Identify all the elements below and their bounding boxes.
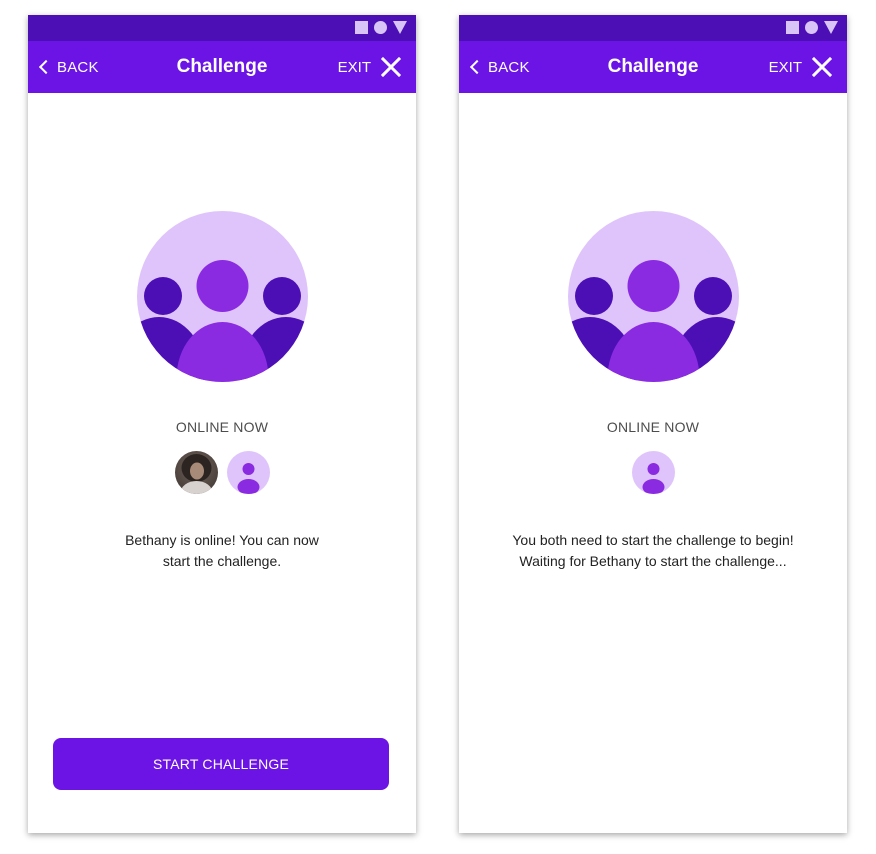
back-label: BACK [57,58,99,76]
online-now-label: ONLINE NOW [175,419,269,435]
status-message: Bethany is online! You can now start the… [48,530,396,572]
back-label: BACK [488,58,530,76]
group-people-icon [137,211,308,382]
chevron-left-icon [38,59,54,75]
online-avatars [28,451,416,494]
exit-button[interactable]: EXIT [769,41,832,93]
status-message-line: Waiting for Bethany to start the challen… [519,553,787,569]
phone-screen-online: BACK Challenge EXIT ONLINE NOW Bethany i… [28,15,416,833]
square-icon [786,21,799,34]
circle-icon [374,21,387,34]
phone-screen-waiting: BACK Challenge EXIT ONLINE NOW You both … [459,15,847,833]
back-button[interactable]: BACK [469,41,530,93]
user-placeholder-avatar [631,451,675,494]
close-icon [381,57,401,77]
triangle-icon [824,21,838,34]
square-icon [355,21,368,34]
app-bar: BACK Challenge EXIT [459,41,847,93]
exit-button[interactable]: EXIT [338,41,401,93]
status-message-line: You both need to start the challenge to … [512,532,794,548]
group-people-icon [568,211,739,382]
circle-icon [805,21,818,34]
user-photo-avatar [174,451,218,494]
status-message-line: start the challenge. [162,553,282,569]
user-placeholder-avatar [226,451,270,494]
status-message: You both need to start the challenge to … [479,530,827,572]
back-button[interactable]: BACK [38,41,99,93]
exit-label: EXIT [768,58,802,76]
online-avatars [459,451,847,494]
status-icons [355,21,407,34]
exit-label: EXIT [337,58,371,76]
app-bar: BACK Challenge EXIT [28,41,416,93]
status-message-line: Bethany is online! You can now [125,532,319,548]
status-bar [459,15,847,41]
chevron-left-icon [469,59,485,75]
status-icons [786,21,838,34]
start-challenge-button[interactable]: START CHALLENGE [53,738,389,790]
triangle-icon [393,21,407,34]
close-icon [812,57,832,77]
status-bar [28,15,416,41]
online-now-label: ONLINE NOW [606,419,700,435]
